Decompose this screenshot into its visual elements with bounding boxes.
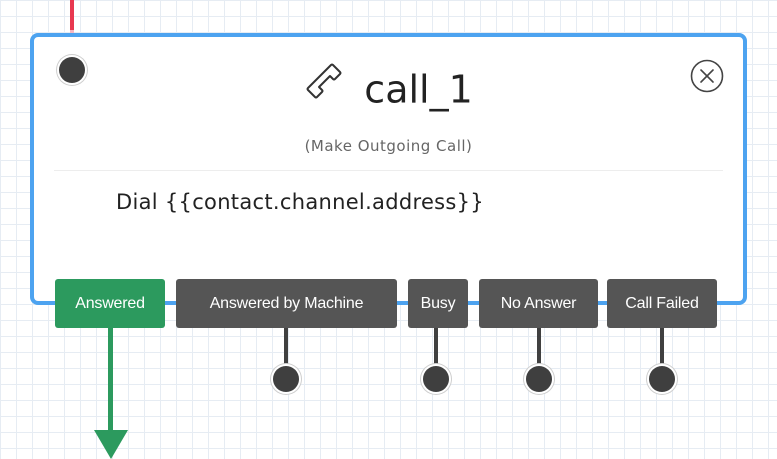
output-port-call-failed[interactable]	[649, 366, 675, 392]
incoming-connection-line	[70, 0, 74, 30]
node-subtitle: (Make Outgoing Call)	[304, 137, 473, 155]
node-divider	[54, 170, 723, 171]
output-port-answered-by-machine[interactable]	[273, 366, 299, 392]
call-node[interactable]: call_1 (Make Outgoing Call) Dial {{conta…	[30, 33, 747, 305]
outcome-answered[interactable]: Answered	[55, 279, 165, 328]
answered-connection-line	[108, 328, 113, 432]
node-title: call_1	[364, 67, 473, 112]
answered-connection-arrow-icon	[94, 430, 128, 459]
node-title-row: call_1	[34, 63, 743, 114]
outcome-call-failed[interactable]: Call Failed	[607, 279, 717, 328]
output-port-busy[interactable]	[423, 366, 449, 392]
close-circle-icon[interactable]	[690, 59, 724, 93]
output-port-no-answer[interactable]	[526, 366, 552, 392]
outcome-no-answer[interactable]: No Answer	[479, 279, 598, 328]
phone-icon	[304, 61, 344, 112]
outcome-answered-by-machine[interactable]: Answered by Machine	[176, 279, 397, 328]
flow-canvas[interactable]: call_1 (Make Outgoing Call) Dial {{conta…	[0, 0, 777, 459]
input-port[interactable]	[59, 57, 85, 83]
outcome-busy[interactable]: Busy	[408, 279, 468, 328]
node-description: Dial {{contact.channel.address}}	[116, 190, 484, 214]
